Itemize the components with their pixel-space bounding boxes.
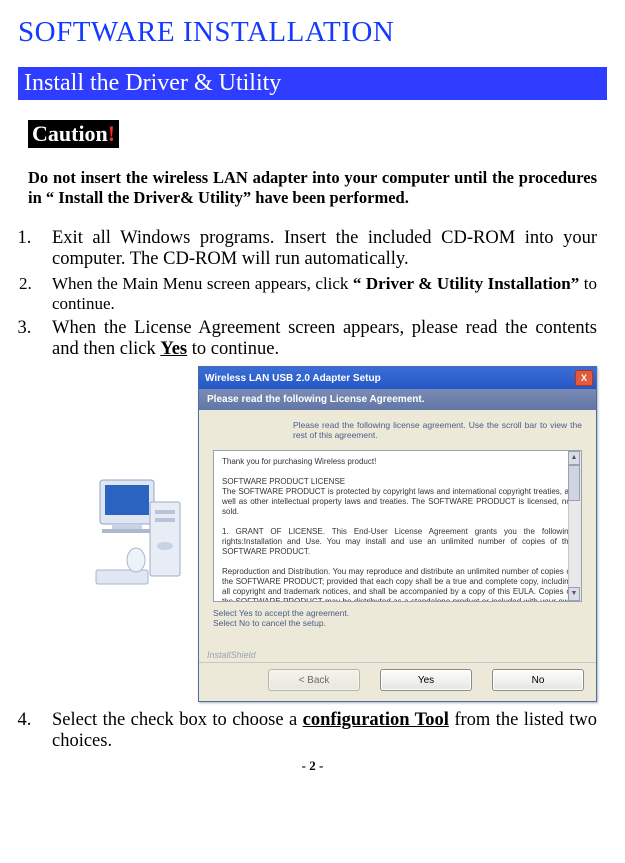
caution-exclamation: ! bbox=[108, 121, 115, 146]
step-3-text-c: to continue. bbox=[187, 339, 279, 359]
license-line-3: The SOFTWARE PRODUCT is protected by cop… bbox=[222, 487, 573, 517]
installshield-brand: InstallShield bbox=[199, 646, 596, 662]
screenshot-row: Wireless LAN USB 2.0 Adapter Setup X Ple… bbox=[92, 366, 597, 702]
dialog-subtitle: Please read the following License Agreem… bbox=[199, 389, 596, 410]
yes-button[interactable]: Yes bbox=[380, 669, 472, 691]
step-3: When the License Agreement screen appear… bbox=[36, 318, 597, 702]
dialog-intro: Please read the following license agreem… bbox=[293, 420, 582, 440]
installer-dialog: Wireless LAN USB 2.0 Adapter Setup X Ple… bbox=[198, 366, 597, 702]
scroll-thumb[interactable] bbox=[568, 465, 580, 501]
step-2-bold: “ Driver & Utility Installation” bbox=[353, 274, 579, 293]
license-line-5: Reproduction and Distribution. You may r… bbox=[222, 567, 573, 602]
page-number: - 2 - bbox=[18, 758, 607, 774]
warning-text: Do not insert the wireless LAN adapter i… bbox=[28, 168, 597, 208]
step-3-bold: Yes bbox=[160, 339, 187, 359]
accept-hint: Select Yes to accept the agreement. bbox=[213, 608, 582, 618]
scrollbar[interactable]: ▲ ▼ bbox=[568, 451, 581, 601]
step-2: When the Main Menu screen appears, click… bbox=[36, 274, 597, 314]
step-1: Exit all Windows programs. Insert the in… bbox=[36, 228, 597, 270]
caution-badge: Caution! bbox=[28, 120, 119, 148]
dialog-title: Wireless LAN USB 2.0 Adapter Setup bbox=[205, 373, 381, 384]
no-button[interactable]: No bbox=[492, 669, 584, 691]
license-line-1: Thank you for purchasing Wireless produc… bbox=[222, 457, 573, 467]
close-icon[interactable]: X bbox=[575, 370, 593, 386]
dialog-titlebar[interactable]: Wireless LAN USB 2.0 Adapter Setup X bbox=[199, 367, 596, 389]
step-4: Select the check box to choose a configu… bbox=[36, 710, 597, 752]
step-4-bold: configuration Tool bbox=[303, 710, 449, 730]
license-line-4: 1. GRANT OF LICENSE. This End-User Licen… bbox=[222, 527, 573, 557]
cancel-hint: Select No to cancel the setup. bbox=[213, 618, 582, 628]
caution-word: Caution bbox=[32, 121, 108, 146]
step-3-text-a: When the License Agreement screen appear… bbox=[52, 318, 597, 359]
page-title: SOFTWARE INSTALLATION bbox=[18, 16, 607, 49]
step-4-text-a: Select the check box to choose a bbox=[52, 710, 303, 730]
step-2-text-a: When the Main Menu screen appears, click bbox=[52, 274, 353, 293]
license-line-2: SOFTWARE PRODUCT LICENSE bbox=[222, 477, 573, 487]
section-heading: Install the Driver & Utility bbox=[18, 67, 607, 100]
scroll-down-icon[interactable]: ▼ bbox=[568, 587, 580, 601]
scroll-up-icon[interactable]: ▲ bbox=[568, 451, 580, 465]
license-textbox[interactable]: Thank you for purchasing Wireless produc… bbox=[213, 450, 582, 602]
pc-illustration bbox=[92, 474, 188, 594]
back-button: < Back bbox=[268, 669, 360, 691]
